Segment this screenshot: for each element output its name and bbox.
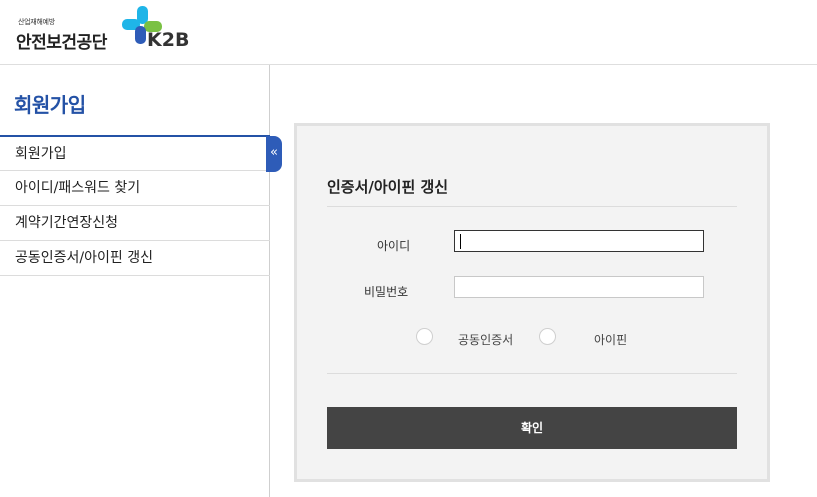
sidebar-item-cert-renewal[interactable]: 공동인증서/아이핀 갱신 — [0, 241, 270, 276]
text-caret — [460, 234, 461, 249]
password-input[interactable] — [454, 276, 704, 298]
logo-tagline: 산업재해예방 — [18, 18, 55, 26]
sidebar: 회원가입 회원가입 아이디/패스워드 찾기 계약기간연장신청 공동인증서/아이핀… — [0, 65, 270, 497]
confirm-button[interactable]: 확인 — [327, 407, 737, 449]
sidebar-item-find-account[interactable]: 아이디/패스워드 찾기 — [0, 171, 270, 206]
sidebar-collapse-button[interactable]: « — [266, 136, 282, 172]
kosha-logo[interactable]: 산업재해예방 안전보건공단 K2B — [16, 6, 206, 56]
logo-brand: K2B — [147, 29, 190, 51]
divider — [327, 206, 737, 207]
id-label: 아이디 — [377, 239, 411, 253]
renewal-form-panel: 인증서/아이핀 갱신 아이디 비밀번호 공동인증서 아이핀 확인 — [294, 123, 770, 482]
radio-ipin-label[interactable]: 아이핀 — [594, 331, 627, 348]
sidebar-menu: 회원가입 아이디/패스워드 찾기 계약기간연장신청 공동인증서/아이핀 갱신 — [0, 135, 270, 276]
password-label: 비밀번호 — [364, 285, 409, 299]
divider — [327, 373, 737, 374]
radio-joint-certificate-label[interactable]: 공동인증서 — [458, 331, 513, 348]
form-title: 인증서/아이핀 갱신 — [327, 178, 449, 196]
radio-ipin[interactable] — [539, 328, 556, 345]
id-input[interactable] — [454, 230, 704, 252]
site-header: 산업재해예방 안전보건공단 K2B — [0, 0, 817, 65]
sidebar-item-contract-extension[interactable]: 계약기간연장신청 — [0, 206, 270, 241]
radio-joint-certificate[interactable] — [416, 328, 433, 345]
sidebar-item-signup[interactable]: 회원가입 — [0, 135, 270, 171]
sidebar-title: 회원가입 — [14, 93, 86, 117]
logo-org-name: 안전보건공단 — [16, 33, 107, 53]
double-chevron-left-icon: « — [270, 145, 278, 160]
